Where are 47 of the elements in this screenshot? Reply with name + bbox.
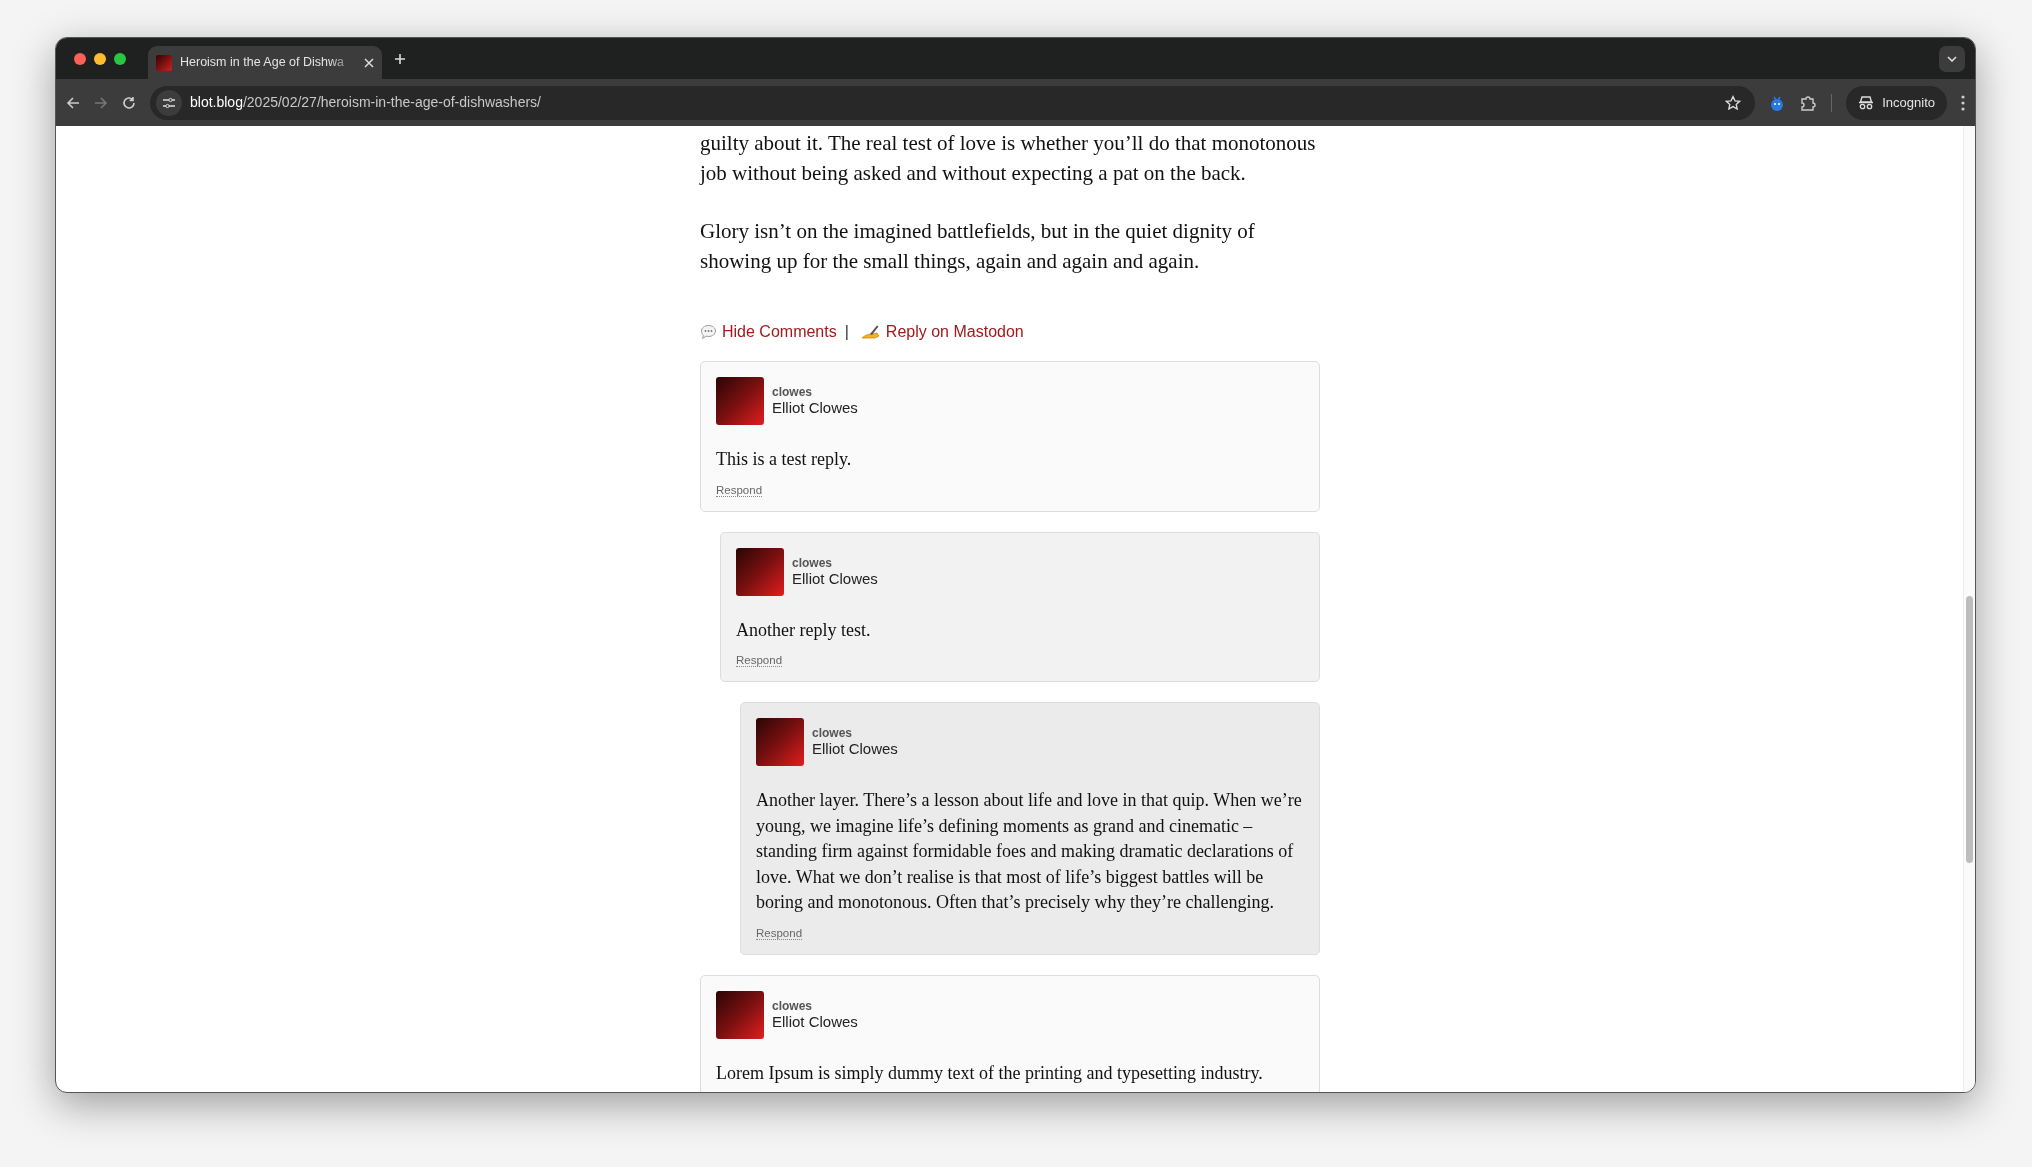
back-icon[interactable]: [66, 95, 80, 110]
article-paragraph: guilty about it. The real test of love is whether you’ll do that monotonous job without being asked and without expecting a pat on the back.: [700, 130, 1317, 187]
incognito-button[interactable]: Incognito: [1846, 85, 1947, 120]
forward-icon[interactable]: [94, 95, 108, 110]
comment-author: Elliot Clowes: [812, 740, 898, 758]
url-text: blot.blog/2025/02/27/heroism-in-the-age-of-dishwashers/: [190, 93, 542, 112]
reload-icon[interactable]: [122, 95, 136, 110]
writing-hand-icon: [860, 324, 881, 340]
comment-author: Elliot Clowes: [772, 1012, 858, 1031]
browser-tab[interactable]: Heroism in the Age of Dishwa: [148, 46, 382, 79]
hide-comments-link[interactable]: Hide Comments: [700, 320, 837, 344]
menu-icon[interactable]: [1961, 94, 1965, 111]
close-tab-icon[interactable]: [364, 57, 374, 68]
avatar-placeholder: [736, 547, 784, 596]
close-button[interactable]: [74, 52, 86, 65]
article-paragraph: Glory isn’t on the imagined battlefields, but in the quiet dignity of showing up for the small things, again and again and again.: [700, 218, 1256, 275]
respond-link[interactable]: Respond: [736, 654, 783, 667]
comment-text: This is a test reply.: [716, 448, 853, 471]
avatar-placeholder: [716, 377, 764, 425]
speech-bubble-icon: [700, 324, 717, 340]
respond-link[interactable]: Respond: [716, 483, 763, 497]
separator-text: |: [844, 322, 849, 342]
minimize-button[interactable]: [94, 52, 106, 65]
comment-text: Another reply test.: [736, 618, 872, 642]
avatar-placeholder: [716, 990, 764, 1039]
address-bar[interactable]: blot.blog/2025/02/27/heroism-in-the-age-of-dishwashers/: [150, 85, 1756, 120]
comment-handle: clowes: [792, 555, 834, 570]
respond-link[interactable]: Respond: [756, 926, 803, 940]
site-settings-icon[interactable]: [156, 89, 182, 116]
avatar-placeholder: [756, 718, 804, 766]
incognito-icon: [1858, 95, 1875, 110]
comment-handle: clowes: [812, 726, 854, 740]
scrollbar-thumb[interactable]: [1966, 596, 1973, 863]
reply-link[interactable]: Reply on Mastodon: [860, 320, 1024, 344]
comment-author: Elliot Clowes: [772, 399, 858, 417]
comment-handle: clowes: [772, 998, 814, 1013]
zoom-button[interactable]: [114, 52, 126, 65]
comment-text: Lorem Ipsum is simply dummy text of the printing and typesetting industry.: [716, 1061, 1264, 1085]
comment-handle: clowes: [772, 385, 814, 399]
bookmark-star-icon[interactable]: [1725, 94, 1742, 111]
new-tab-icon[interactable]: [394, 52, 406, 65]
comment-author: Elliot Clowes: [792, 569, 878, 588]
chevron-down-icon: [1947, 55, 1957, 62]
favicon-placeholder: [156, 54, 172, 71]
puzzle-icon[interactable]: [1799, 93, 1818, 112]
tab-search-button[interactable]: [1939, 45, 1965, 72]
comment-text: Another layer. There’s a lesson about life and love in that quip. When we’re young, we imagine life’s defining moments as grand and cinematic – standing firm against formidable foes and making dramatic declarations of love. What we don’t realise is that most of life’s biggest battles will be boring and monotonous. Often that’s precisely why they’re challenging.: [756, 789, 1303, 914]
